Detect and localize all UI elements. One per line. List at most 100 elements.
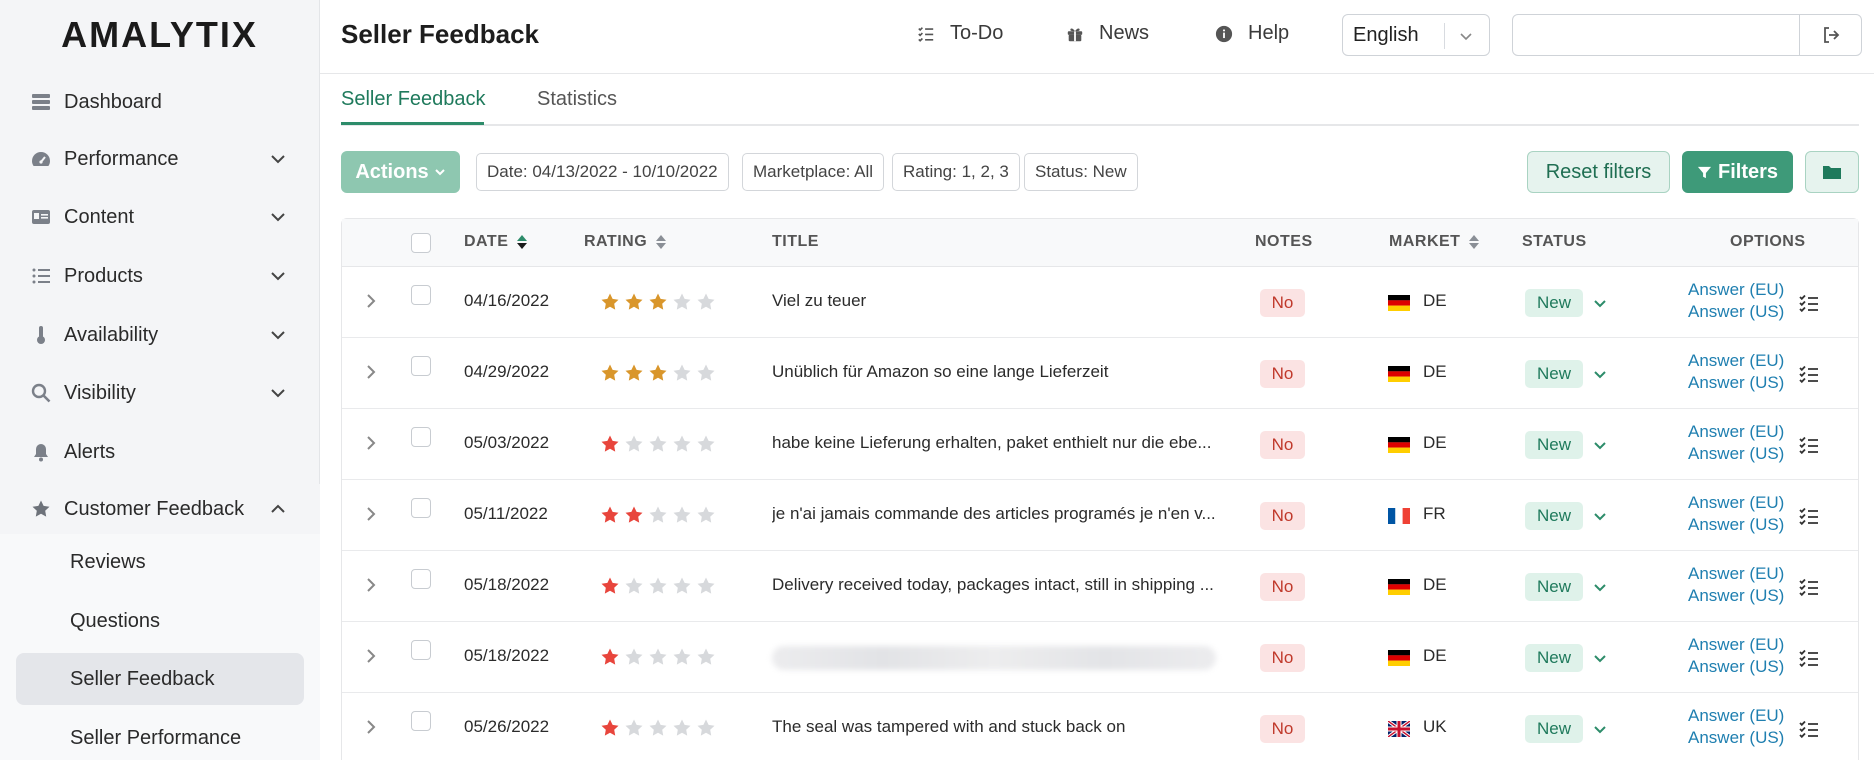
row-title[interactable]: Viel zu teuer (772, 291, 1222, 311)
sidebar-item-content[interactable]: Content (0, 192, 320, 242)
row-title[interactable]: The seal was tampered with and stuck bac… (772, 717, 1222, 737)
tasks-icon[interactable] (1798, 363, 1820, 385)
tasks-icon[interactable] (1798, 718, 1820, 740)
table-row[interactable]: 05/18/2022 Delivery received today, packa… (342, 551, 1858, 622)
answer-eu-link[interactable]: Answer (EU) (1688, 635, 1784, 655)
search-input[interactable] (1513, 15, 1799, 55)
status-dropdown-icon[interactable] (1592, 579, 1608, 595)
row-checkbox[interactable] (411, 569, 431, 589)
answer-eu-link[interactable]: Answer (EU) (1688, 706, 1784, 726)
status-badge[interactable]: New (1525, 289, 1583, 317)
answer-us-link[interactable]: Answer (US) (1688, 728, 1784, 748)
status-badge[interactable]: New (1525, 573, 1583, 601)
answer-us-link[interactable]: Answer (US) (1688, 373, 1784, 393)
tasks-icon[interactable] (1798, 292, 1820, 314)
chevron-right-icon[interactable] (361, 575, 381, 595)
tasks-icon[interactable] (1798, 505, 1820, 527)
chevron-right-icon[interactable] (361, 646, 381, 666)
todo-label: To-Do (950, 22, 1004, 44)
status-dropdown-icon[interactable] (1592, 721, 1608, 737)
chevron-right-icon[interactable] (361, 433, 381, 453)
sidebar-subitem-reviews[interactable]: Reviews (16, 536, 304, 588)
sidebar-item-performance[interactable]: Performance (0, 134, 320, 184)
column-header-rating[interactable]: RATING (584, 233, 667, 251)
help-link[interactable]: Help (1214, 22, 1289, 45)
sidebar-item-customer-feedback[interactable]: Customer Feedback (0, 484, 320, 534)
table-row[interactable]: 04/29/2022 Unüblich für Amazon so eine la… (342, 338, 1858, 409)
filter-chip-rating[interactable]: Rating: 1, 2, 3 (892, 153, 1020, 191)
status-badge[interactable]: New (1525, 644, 1583, 672)
notes-badge: No (1260, 502, 1305, 530)
sidebar-item-availability[interactable]: Availability (0, 310, 320, 360)
row-title[interactable]: je n'ai jamais commande des articles pro… (772, 504, 1222, 524)
row-checkbox[interactable] (411, 427, 431, 447)
saved-filters-button[interactable] (1805, 151, 1859, 193)
tasks-icon[interactable] (1798, 647, 1820, 669)
chevron-right-icon[interactable] (361, 717, 381, 737)
row-checkbox[interactable] (411, 640, 431, 660)
status-dropdown-icon[interactable] (1592, 366, 1608, 382)
filter-chip-status[interactable]: Status: New (1024, 153, 1138, 191)
row-checkbox[interactable] (411, 711, 431, 731)
column-header-market[interactable]: MARKET (1389, 233, 1480, 251)
tab-seller-feedback[interactable]: Seller Feedback (341, 88, 486, 111)
filters-button[interactable]: Filters (1682, 151, 1793, 193)
table-row[interactable]: 05/03/2022 habe keine Lieferung erhalten,… (342, 409, 1858, 480)
answer-us-link[interactable]: Answer (US) (1688, 515, 1784, 535)
chevron-right-icon[interactable] (361, 362, 381, 382)
answer-eu-link[interactable]: Answer (EU) (1688, 422, 1784, 442)
answer-us-link[interactable]: Answer (US) (1688, 444, 1784, 464)
filter-chip-date[interactable]: Date: 04/13/2022 - 10/10/2022 (476, 153, 729, 191)
table-row[interactable]: 05/11/2022 je n'ai jamais commande des ar… (342, 480, 1858, 551)
row-checkbox[interactable] (411, 498, 431, 518)
sidebar-item-dashboard[interactable]: Dashboard (0, 77, 320, 127)
chevron-right-icon[interactable] (361, 504, 381, 524)
table-row[interactable]: 05/26/2022 The seal was tampered with and… (342, 693, 1858, 760)
row-title[interactable]: Unüblich für Amazon so eine lange Liefer… (772, 362, 1222, 382)
tab-statistics[interactable]: Statistics (537, 88, 617, 111)
row-checkbox[interactable] (411, 356, 431, 376)
todo-link[interactable]: To-Do (916, 22, 1003, 45)
tasks-icon[interactable] (1798, 434, 1820, 456)
answer-eu-link[interactable]: Answer (EU) (1688, 564, 1784, 584)
filter-chip-marketplace[interactable]: Marketplace: All (742, 153, 884, 191)
answer-us-link[interactable]: Answer (US) (1688, 302, 1784, 322)
tasks-icon[interactable] (1798, 576, 1820, 598)
status-badge[interactable]: New (1525, 502, 1583, 530)
status-dropdown-icon[interactable] (1592, 508, 1608, 524)
table-row[interactable]: 04/16/2022 Viel zu teuer No DE New Answer (EU… (342, 267, 1858, 338)
row-checkbox[interactable] (411, 285, 431, 305)
table-row[interactable]: 05/18/2022 No DE New Answer (EU) Answer (US) (342, 622, 1858, 693)
language-select[interactable]: English (1342, 14, 1490, 56)
star-empty-icon (649, 435, 667, 452)
status-badge[interactable]: New (1525, 360, 1583, 388)
answer-us-link[interactable]: Answer (US) (1688, 657, 1784, 677)
answer-eu-link[interactable]: Answer (EU) (1688, 280, 1784, 300)
status-dropdown-icon[interactable] (1592, 295, 1608, 311)
column-header-date[interactable]: DATE (464, 233, 528, 251)
chevron-right-icon[interactable] (361, 291, 381, 311)
sidebar-item-alerts[interactable]: Alerts (0, 427, 320, 477)
row-title[interactable]: Delivery received today, packages intact… (772, 575, 1222, 595)
reset-filters-button[interactable]: Reset filters (1527, 151, 1670, 193)
sidebar-subitem-seller-feedback[interactable]: Seller Feedback (16, 653, 304, 705)
news-link[interactable]: News (1065, 22, 1149, 45)
status-badge[interactable]: New (1525, 431, 1583, 459)
sidebar-subitem-seller-performance[interactable]: Seller Performance (16, 712, 304, 760)
answer-eu-link[interactable]: Answer (EU) (1688, 493, 1784, 513)
status-dropdown-icon[interactable] (1592, 437, 1608, 453)
sidebar-item-visibility[interactable]: Visibility (0, 368, 320, 418)
sidebar-subitem-questions[interactable]: Questions (16, 595, 304, 647)
sidebar-item-products[interactable]: Products (0, 251, 320, 301)
status-dropdown-icon[interactable] (1592, 650, 1608, 666)
answer-eu-link[interactable]: Answer (EU) (1688, 351, 1784, 371)
row-title[interactable]: habe keine Lieferung erhalten, paket ent… (772, 433, 1222, 453)
select-all-checkbox[interactable] (411, 233, 431, 253)
actions-button[interactable]: Actions (341, 151, 460, 193)
logout-button[interactable] (1799, 15, 1861, 55)
status-badge[interactable]: New (1525, 715, 1583, 743)
app-logo[interactable]: AMALYTIX (0, 0, 319, 70)
star-empty-icon (673, 293, 691, 310)
star-empty-icon (649, 719, 667, 736)
answer-us-link[interactable]: Answer (US) (1688, 586, 1784, 606)
